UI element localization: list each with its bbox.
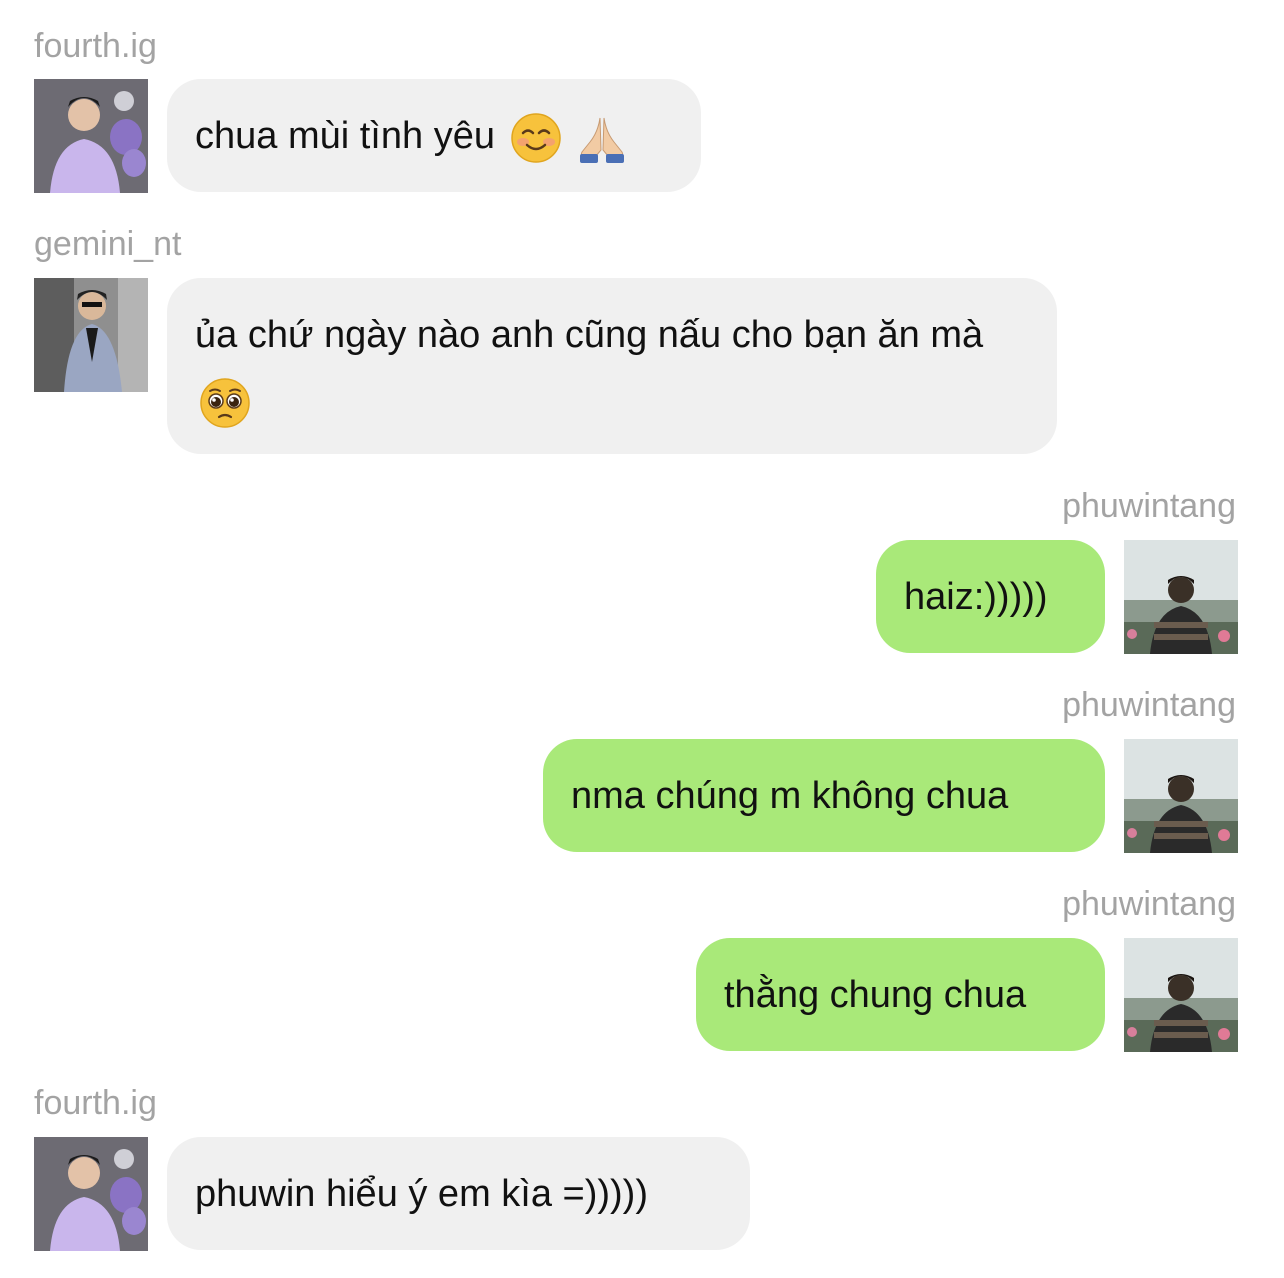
username-label: gemini_nt xyxy=(34,225,182,263)
avatar[interactable] xyxy=(34,1137,148,1251)
message-bubble[interactable]: chua mùi tình yêu xyxy=(167,79,701,192)
avatar-image xyxy=(1124,739,1238,853)
avatar-image xyxy=(34,278,148,392)
message-bubble[interactable]: phuwin hiểu ý em kìa =))))) xyxy=(167,1137,750,1250)
avatar-image xyxy=(1124,938,1238,1052)
avatar[interactable] xyxy=(34,278,148,392)
message-bubble[interactable]: ủa chứ ngày nào anh cũng nấu cho bạn ăn … xyxy=(167,278,1057,454)
username-label: phuwintang xyxy=(1062,686,1236,724)
folded-hands-icon xyxy=(576,112,628,164)
username-label: fourth.ig xyxy=(34,1084,157,1122)
message-text: phuwin hiểu ý em kìa =))))) xyxy=(195,1173,648,1215)
message-text: thằng chung chua xyxy=(724,974,1027,1016)
message-bubble[interactable]: haiz:))))) xyxy=(876,540,1105,653)
pleading-face-icon xyxy=(199,377,251,429)
username-label: phuwintang xyxy=(1062,885,1236,923)
avatar-image xyxy=(1124,540,1238,654)
username-label: phuwintang xyxy=(1062,487,1236,525)
avatar-image xyxy=(34,1137,148,1251)
avatar[interactable] xyxy=(1124,540,1238,654)
message-text: nma chúng m không chua xyxy=(571,775,1009,817)
username-label: fourth.ig xyxy=(34,27,157,65)
message-text: ủa chứ ngày nào anh cũng nấu cho bạn ăn … xyxy=(195,314,984,356)
avatar[interactable] xyxy=(1124,739,1238,853)
message-text: chua mùi tình yêu xyxy=(195,115,495,157)
message-text: haiz:))))) xyxy=(904,576,1048,618)
avatar-image xyxy=(34,79,148,193)
avatar[interactable] xyxy=(1124,938,1238,1052)
avatar[interactable] xyxy=(34,79,148,193)
message-bubble[interactable]: thằng chung chua xyxy=(696,938,1105,1051)
message-bubble[interactable]: nma chúng m không chua xyxy=(543,739,1105,852)
smiling-face-icon xyxy=(510,112,562,164)
